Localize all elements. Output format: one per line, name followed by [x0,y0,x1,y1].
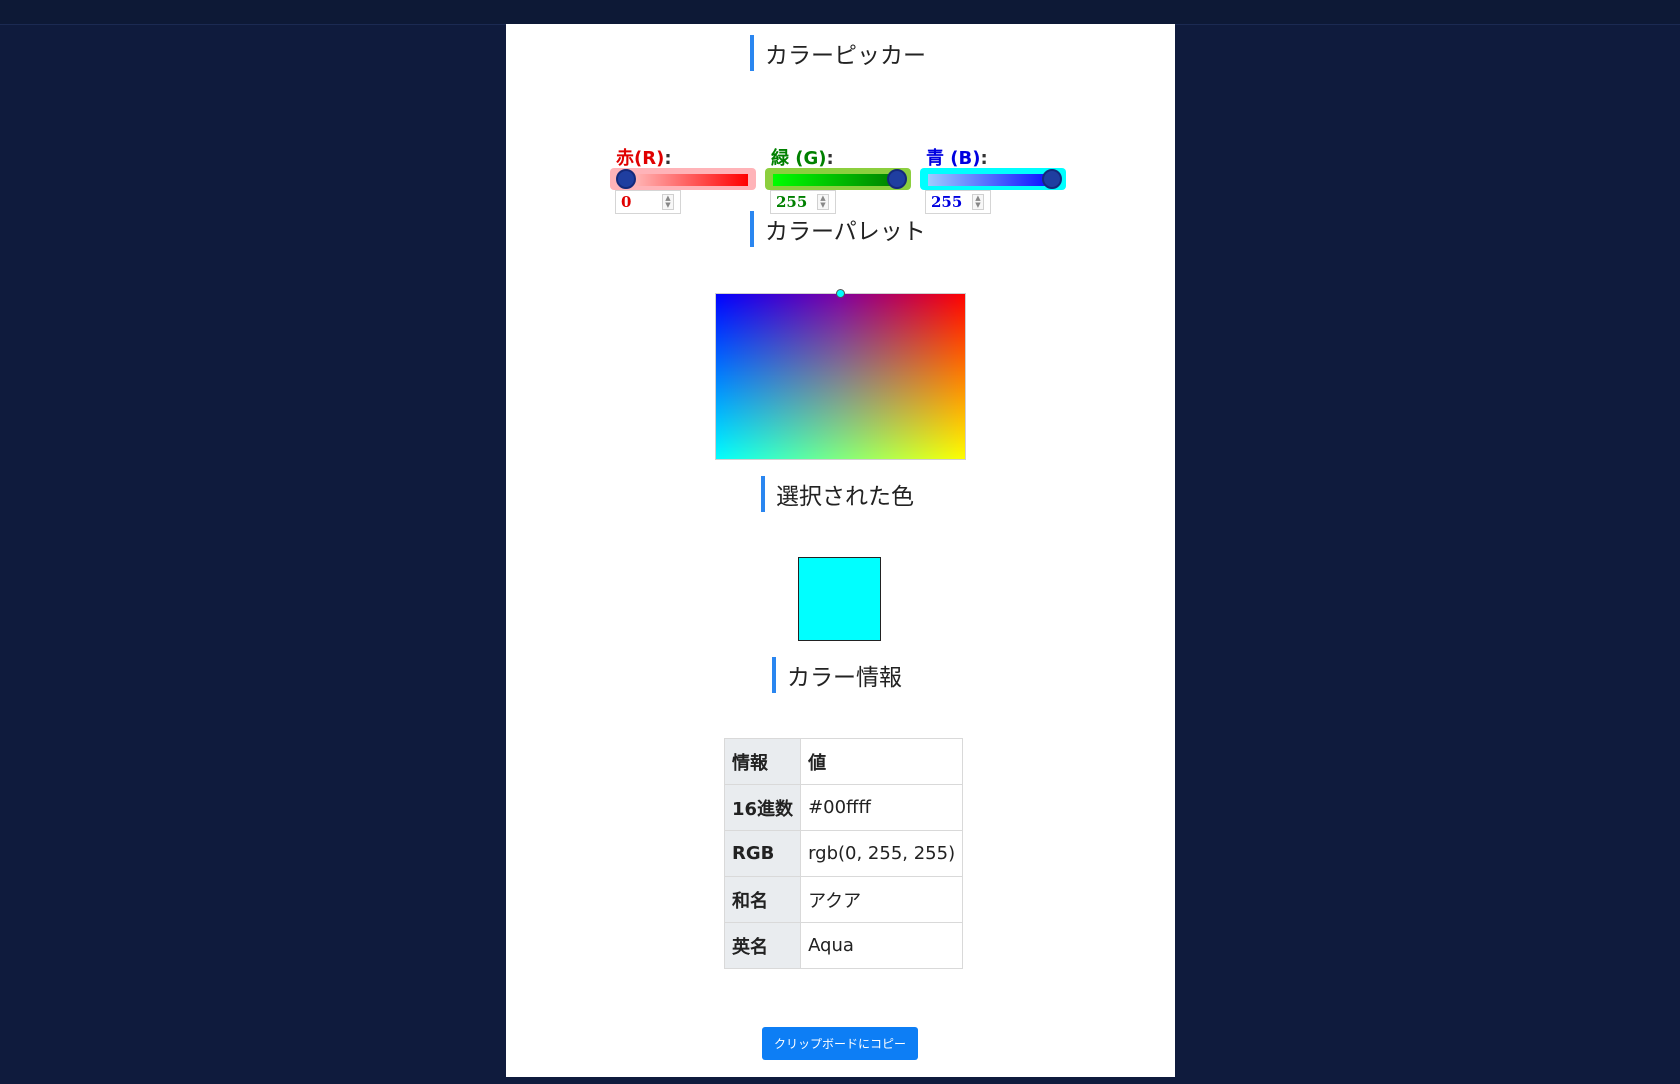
table-row: 英名 Aqua [723,922,964,969]
green-label-text: 緑 (G) [771,148,827,169]
blue-slider-thumb[interactable] [1042,169,1062,189]
info-section-title: カラー情報 [772,657,902,693]
selected-title: 選択された色 [776,484,914,510]
row-value: Aqua [800,922,964,969]
picker-section-title: カラーピッカー [750,35,926,71]
green-label-colon: : [826,148,834,169]
title-accent-bar [750,211,754,247]
table-row: RGB rgb(0, 255, 255) [723,830,964,877]
title-accent-bar [750,35,754,71]
color-palette[interactable] [715,293,966,460]
red-number-input[interactable]: 0 ▲ ▼ [615,190,681,214]
table-row: 16進数 #00ffff [723,784,964,831]
color-info-table: 情報 値 16進数 #00ffff RGB rgb(0, 255, 255) 和… [723,738,964,969]
red-slider[interactable] [610,168,756,190]
row-key: RGB [723,830,802,877]
row-key: 英名 [723,922,802,969]
header-key-cell: 情報 [723,738,802,785]
palette-marker[interactable] [836,288,845,298]
red-slider-group: 赤(R): 0 ▲ ▼ [610,120,758,214]
selected-section-title: 選択された色 [761,476,914,512]
blue-number-input[interactable]: 255 ▲ ▼ [925,190,991,214]
blue-label-colon: : [980,148,988,169]
blue-spinner-icon[interactable]: ▲ ▼ [972,194,984,210]
red-label-colon: : [664,148,672,169]
red-value: 0 [621,193,632,211]
selected-color-swatch [798,557,881,641]
green-slider-thumb[interactable] [887,169,907,189]
green-slider[interactable] [765,168,911,190]
row-value: #00ffff [800,784,964,831]
palette-title: カラーパレット [765,219,926,245]
blue-slider-group: 青 (B): 255 ▲ ▼ [920,120,1068,214]
row-key: 16進数 [723,784,802,831]
red-label: 赤(R): [616,144,672,170]
title-accent-bar [761,476,765,512]
row-key: 和名 [723,876,802,923]
blue-label-text: 青 (B) [926,148,981,169]
red-slider-track [618,174,748,186]
copy-to-clipboard-button[interactable]: クリップボードにコピー [762,1027,918,1060]
red-spinner-icon[interactable]: ▲ ▼ [662,194,674,210]
palette-section-title: カラーパレット [750,211,926,247]
red-label-text: 赤(R) [616,148,665,169]
palette-overlay [715,293,966,460]
picker-title: カラーピッカー [765,43,926,69]
green-slider-group: 緑 (G): 255 ▲ ▼ [765,120,913,214]
blue-label: 青 (B): [926,144,988,170]
blue-slider-track [928,174,1058,186]
green-slider-track [773,174,903,186]
row-value: rgb(0, 255, 255) [800,830,964,877]
green-spinner-icon[interactable]: ▲ ▼ [817,194,829,210]
title-accent-bar [772,657,776,693]
blue-slider[interactable] [920,168,1066,190]
blue-value: 255 [931,193,963,211]
red-slider-thumb[interactable] [616,169,636,189]
header-value-cell: 値 [800,738,964,785]
color-picker-card: カラーピッカー 赤(R): 0 ▲ ▼ 緑 (G): 255 ▲ ▼ 青 (B)… [506,24,1175,1077]
table-row: 和名 アクア [723,876,964,923]
row-value: アクア [800,876,964,923]
top-bar [0,0,1680,25]
green-label: 緑 (G): [771,144,834,170]
green-value: 255 [776,193,808,211]
table-header-row: 情報 値 [723,738,964,785]
info-title: カラー情報 [787,665,902,691]
